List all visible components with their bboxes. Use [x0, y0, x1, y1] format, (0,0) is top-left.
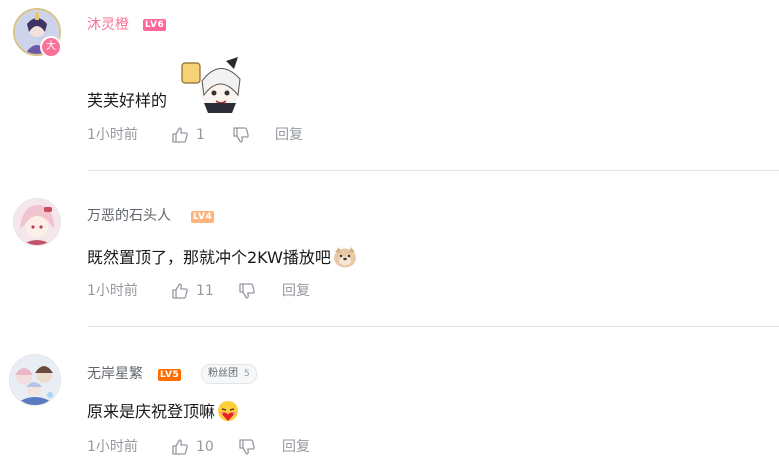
thumbs-down-icon[interactable] — [238, 282, 256, 300]
doge-emoji-icon — [333, 246, 357, 268]
timestamp: 1小时前 — [87, 439, 138, 455]
comment-text: 芙芙好样的 — [87, 90, 167, 112]
avatar-badge: 大 — [40, 36, 62, 58]
thumbs-down-icon[interactable] — [232, 126, 250, 144]
comment-3: 无岸星繁 LV5 粉丝团 5 原来是庆祝登顶嘛 1小时前 10 回复 — [0, 327, 779, 469]
avatar-image — [14, 199, 60, 245]
fan-club-level: 5 — [244, 369, 250, 379]
thumbs-down-icon[interactable] — [238, 438, 256, 456]
timestamp: 1小时前 — [87, 283, 138, 299]
like-count: 11 — [196, 283, 214, 299]
reply-button[interactable]: 回复 — [282, 282, 310, 300]
username[interactable]: 沐灵橙 — [87, 16, 129, 34]
comment-1: 大 沐灵橙 LV6 芙芙好样的 1小时前 1 回复 — [0, 0, 779, 171]
thumbs-up-icon[interactable] — [171, 282, 189, 300]
username[interactable]: 万恶的石头人 — [87, 207, 171, 225]
reply-button[interactable]: 回复 — [282, 438, 310, 456]
reply-button[interactable]: 回复 — [275, 126, 303, 144]
comment-text: 原来是庆祝登顶嘛 — [87, 400, 239, 423]
paimon-sticker — [181, 57, 241, 113]
username[interactable]: 无岸星繁 — [87, 365, 143, 383]
avatar-image — [10, 355, 60, 405]
thumbs-up-icon[interactable] — [171, 126, 189, 144]
level-badge: LV5 — [158, 369, 182, 381]
comment-text-body: 原来是庆祝登顶嘛 — [87, 402, 216, 421]
comment-2: 万恶的石头人 LV4 既然置顶了，那就冲个2KW播放吧 1小时前 11 回复 — [0, 171, 779, 327]
blushing-heart-emoji-icon — [217, 400, 239, 422]
comment-text: 既然置顶了，那就冲个2KW播放吧 — [87, 246, 357, 269]
comment-text-body: 芙芙好样的 — [87, 91, 168, 110]
avatar[interactable] — [9, 354, 61, 406]
like-count: 10 — [196, 439, 214, 455]
avatar[interactable] — [13, 198, 61, 246]
like-count: 1 — [196, 127, 205, 143]
fan-club-label: 粉丝团 — [208, 368, 238, 379]
level-badge: LV6 — [143, 19, 167, 31]
thumbs-up-icon[interactable] — [171, 438, 189, 456]
fan-club-badge[interactable]: 粉丝团 5 — [201, 364, 257, 384]
level-badge: LV4 — [191, 211, 215, 223]
timestamp: 1小时前 — [87, 127, 138, 143]
comment-text-body: 既然置顶了，那就冲个2KW播放吧 — [87, 248, 331, 267]
